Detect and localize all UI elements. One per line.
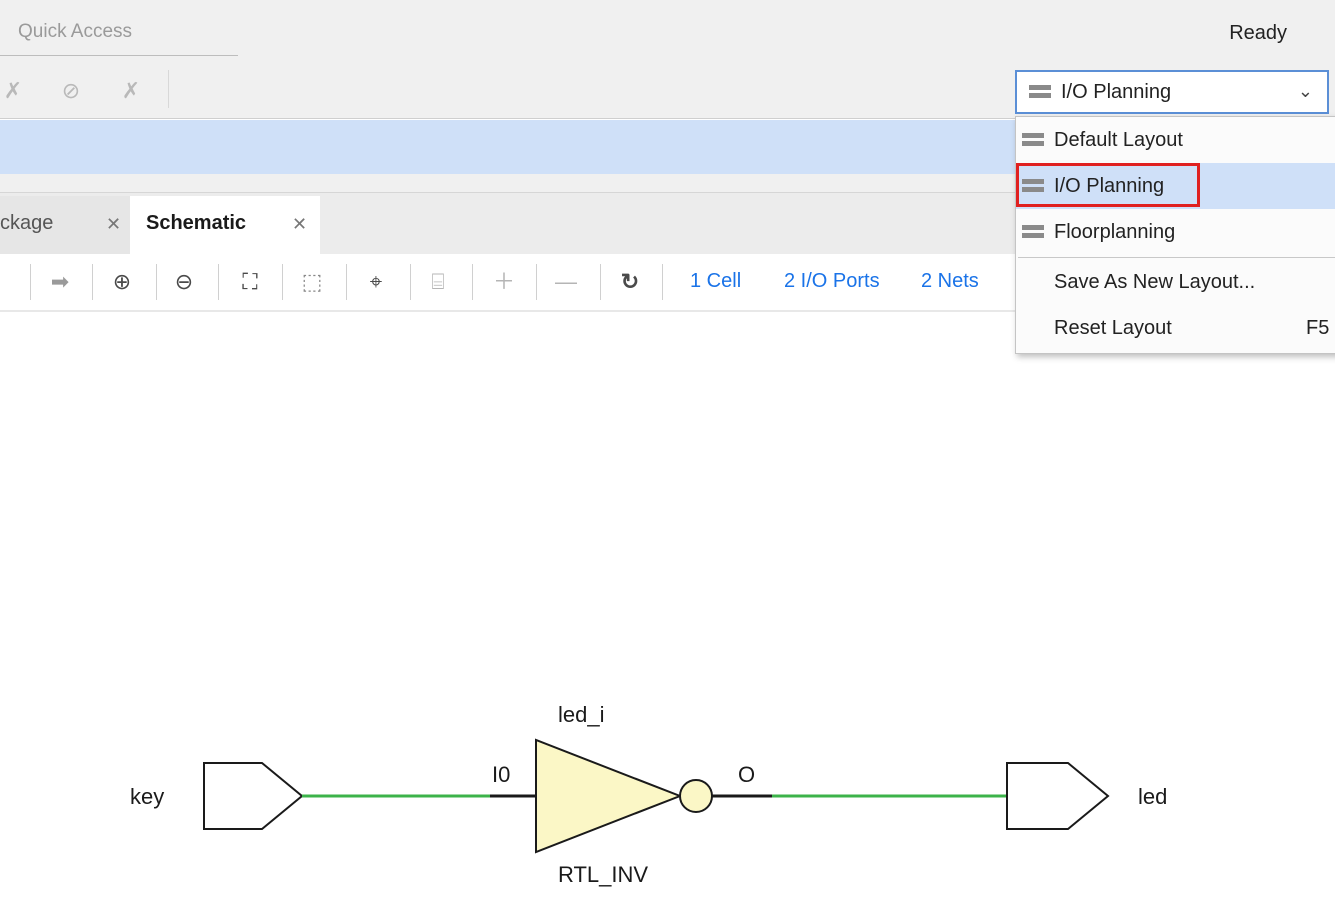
io-ports-link[interactable]: 2 I/O Ports [784, 270, 880, 293]
tab-label: Schematic [146, 212, 247, 234]
layout-select-value: I/O Planning [1061, 81, 1172, 103]
inverter-bubble [679, 779, 713, 813]
chevron-down-icon: ⌄ [1297, 81, 1313, 101]
cell-name-label: led_i [558, 702, 604, 727]
zoom-out-icon[interactable]: ⊖ [170, 268, 198, 296]
menu-separator [1018, 257, 1335, 258]
status-text: Ready [1229, 22, 1287, 44]
layout-menu: Default Layout I/O Planning Floorplannin… [1015, 116, 1335, 354]
tab-label: ckage [0, 212, 54, 234]
menu-item-label: Default Layout [1054, 129, 1183, 151]
menu-item-label: Floorplanning [1054, 221, 1176, 243]
inverter-cell[interactable] [535, 738, 683, 854]
expand-icon[interactable]: ＋ [490, 268, 518, 296]
menu-item-label: Reset Layout [1054, 317, 1172, 339]
toolbar-divider [282, 264, 283, 300]
toolbar-divider [30, 264, 31, 300]
input-pin-label: I0 [492, 762, 510, 787]
close-icon[interactable]: ✕ [292, 214, 307, 235]
clip-icon[interactable]: ⊘ [58, 78, 84, 104]
nets-link[interactable]: 2 Nets [921, 270, 979, 293]
tool-x-icon[interactable]: ✗ [0, 78, 26, 104]
input-port-key[interactable] [203, 762, 304, 830]
output-port-led[interactable] [1006, 762, 1110, 830]
highlight-box [1016, 163, 1200, 207]
layout-icon [1022, 133, 1044, 147]
collapse-icon[interactable]: — [552, 268, 580, 296]
input-port-label: key [130, 784, 164, 809]
schematic-canvas: key I0 led_i RTL_INV O led [130, 702, 1167, 887]
toolbar-divider [472, 264, 473, 300]
output-port-label: led [1138, 784, 1167, 809]
menu-item-io-planning[interactable]: I/O Planning [1016, 163, 1335, 209]
crosshair-icon[interactable]: ⌖ [362, 268, 390, 296]
cell-icon[interactable]: ⌸ [424, 268, 452, 296]
cell-type-label: RTL_INV [558, 862, 648, 887]
cells-link[interactable]: 1 Cell [690, 270, 741, 293]
layout-select[interactable]: I/O Planning ⌄ [1015, 70, 1329, 114]
layout-icon [1022, 225, 1044, 239]
menu-item-save-as-new-layout[interactable]: Save As New Layout... [1016, 259, 1335, 305]
cross-icon[interactable]: ✗ [118, 78, 144, 104]
toolbar-divider [218, 264, 219, 300]
layout-icon [1029, 85, 1051, 99]
toolbar-divider [600, 264, 601, 300]
menu-item-label: Save As New Layout... [1054, 271, 1256, 293]
menu-item-shortcut: F5 [1306, 317, 1330, 339]
menu-item-floorplanning[interactable]: Floorplanning [1016, 209, 1335, 255]
menu-item-default-layout[interactable]: Default Layout [1016, 117, 1335, 163]
toolbar-divider [410, 264, 411, 300]
quick-access-input[interactable]: Quick Access [0, 12, 238, 56]
toolbar-divider [662, 264, 663, 300]
forward-arrow-icon[interactable]: ➡ [46, 268, 74, 296]
zoom-selection-icon[interactable]: ⬚ [298, 268, 326, 296]
toolbar-divider [346, 264, 347, 300]
fit-view-icon[interactable]: ⛶ [236, 268, 264, 296]
refresh-icon[interactable]: ↻ [616, 268, 644, 296]
tab-schematic[interactable]: Schematic ✕ [130, 196, 320, 254]
tab-package[interactable]: ckage ✕ [0, 196, 130, 254]
menu-item-reset-layout[interactable]: Reset Layout F5 [1016, 305, 1335, 351]
toolbar-divider [156, 264, 157, 300]
zoom-in-icon[interactable]: ⊕ [108, 268, 136, 296]
toolbar-divider [536, 264, 537, 300]
close-icon[interactable]: ✕ [106, 214, 121, 235]
output-pin-label: O [738, 762, 755, 787]
toolbar-divider [92, 264, 93, 300]
toolbar-divider [168, 70, 169, 108]
